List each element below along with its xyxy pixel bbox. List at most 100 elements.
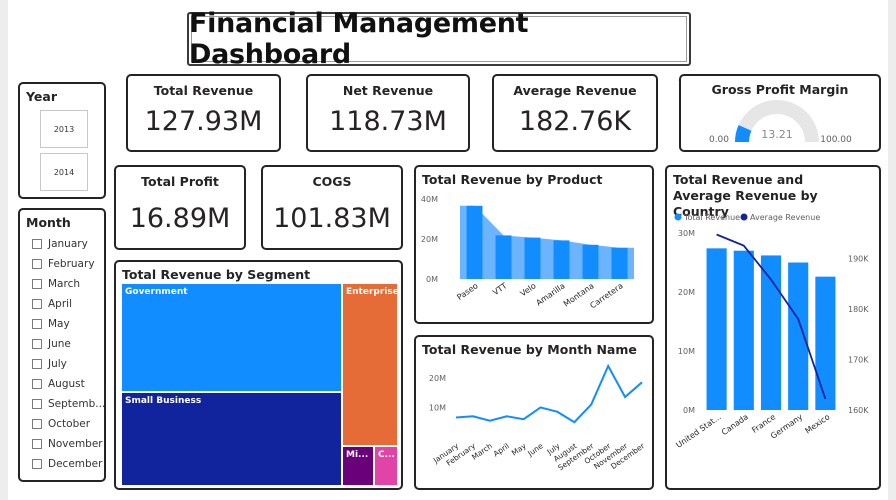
month-option[interactable]: December <box>32 456 102 472</box>
treemap-cell-small-business[interactable]: Small Business <box>122 393 341 485</box>
y-tick-label-left: 30M <box>678 229 695 238</box>
x-tick-label: April <box>492 441 511 458</box>
kpi-label: Total Profit <box>141 174 219 189</box>
checkbox[interactable] <box>32 299 42 309</box>
month-option[interactable]: November <box>32 436 103 452</box>
y-tick-label-right: 170K <box>848 355 869 364</box>
kpi-label: COGS <box>312 174 352 189</box>
x-tick-label: June <box>525 441 545 459</box>
month-option-label: February <box>48 258 95 270</box>
gauge-value-label: 13.21 <box>761 128 793 141</box>
checkbox[interactable] <box>32 359 42 369</box>
month-chart-svg: 10M20MJanuaryFebruaryMarchApril MayJune Ju… <box>429 363 647 472</box>
product-area <box>460 205 634 279</box>
gauge-svg: 0.00 100.00 13.21 <box>709 100 852 145</box>
month-option-label: May <box>48 318 70 330</box>
country-chart-svg: Total Revenue Average Revenue 0M 10M 20M 30M 1… <box>674 213 869 450</box>
product-bar <box>495 235 512 279</box>
legend-marker <box>674 213 682 221</box>
kpi-label: Average Revenue <box>513 83 637 98</box>
checkbox[interactable] <box>32 319 42 329</box>
month-option[interactable]: April <box>32 296 72 312</box>
month-option[interactable]: August <box>32 376 85 392</box>
year-option-2014[interactable]: 2014 <box>40 153 88 191</box>
treemap-cell-midmarket[interactable]: Mi... <box>343 447 373 485</box>
country-bar <box>733 250 754 410</box>
segment-treemap-title: Total Revenue by Segment <box>122 267 311 282</box>
page-title-box: Financial Management Dashboard <box>187 8 691 70</box>
gauge-card: Gross Profit Margin 0.00 100.00 13.21 <box>679 74 881 152</box>
checkbox[interactable] <box>32 239 42 249</box>
month-option[interactable]: June <box>32 336 71 352</box>
month-slicer: Month January February March April May June Ju… <box>18 208 106 482</box>
x-tick-label: VTT <box>491 281 509 297</box>
segment-treemap-card: Total Revenue by Segment Government Smal… <box>114 260 403 490</box>
year-slicer: Year 2013 2014 <box>18 82 106 199</box>
month-option-label: October <box>48 418 91 430</box>
kpi-value: 101.83M <box>273 203 391 234</box>
kpi-value: 118.73M <box>329 106 447 137</box>
month-option[interactable]: February <box>32 256 95 272</box>
month-option[interactable]: January <box>32 236 88 252</box>
checkbox[interactable] <box>32 339 42 349</box>
month-chart-card: Total Revenue by Month Name 10M 20M Januar… <box>414 335 654 490</box>
checkbox[interactable] <box>32 419 42 429</box>
month-line <box>455 363 643 424</box>
x-tick-label: Canada <box>720 412 750 437</box>
x-tick-label: Carretera <box>588 281 624 310</box>
kpi-value: 16.89M <box>129 203 231 234</box>
kpi-total-revenue: Total Revenue 127.93M <box>126 74 281 152</box>
country-bar <box>815 276 836 410</box>
month-option-label: January <box>48 238 88 250</box>
kpi-label: Total Revenue <box>153 83 254 98</box>
treemap-cell-channel-partners[interactable]: C... <box>375 447 397 485</box>
checkbox[interactable] <box>32 399 42 409</box>
product-bar <box>553 240 570 279</box>
gauge-max-label: 100.00 <box>820 135 852 145</box>
checkbox[interactable] <box>32 259 42 269</box>
month-option[interactable]: July <box>32 356 67 372</box>
gauge-min-label: 0.00 <box>709 135 729 145</box>
checkbox[interactable] <box>32 439 42 449</box>
y-tick-label: 20M <box>429 374 446 383</box>
kpi-total-profit: Total Profit 16.89M <box>114 165 246 250</box>
treemap-cell-enterprise[interactable]: Enterprise <box>343 284 397 445</box>
legend-label: Total Revenue <box>683 213 740 222</box>
y-tick-label: 40M <box>421 195 438 204</box>
country-bar <box>706 248 727 410</box>
month-option[interactable]: March <box>32 276 80 292</box>
legend-label: Average Revenue <box>750 213 820 222</box>
product-bar <box>582 244 599 279</box>
x-tick-label: Paseo <box>455 281 479 302</box>
y-tick-label-left: 10M <box>678 347 695 356</box>
x-tick-label: United Stat... <box>674 412 722 450</box>
month-option[interactable]: October <box>32 416 90 432</box>
y-tick-label-left: 0M <box>683 406 695 415</box>
product-bar <box>611 247 628 279</box>
x-tick-label: Amarilla <box>534 281 566 307</box>
treemap-cell-government[interactable]: Government <box>122 284 341 391</box>
y-tick-label: 10M <box>429 403 446 412</box>
country-bar <box>788 262 809 410</box>
year-slicer-title: Year <box>26 89 57 104</box>
month-option-label: November <box>48 438 103 450</box>
month-option-label: April <box>48 298 72 310</box>
year-option-2013[interactable]: 2013 <box>40 110 88 148</box>
y-tick-label-right: 190K <box>848 254 869 263</box>
y-tick-label-right: 160K <box>848 406 869 415</box>
kpi-label: Net Revenue <box>342 83 434 98</box>
kpi-value: 182.76K <box>518 106 632 137</box>
product-bar <box>466 205 483 279</box>
month-option[interactable]: May <box>32 316 70 332</box>
page-title: Financial Management Dashboard <box>189 8 529 70</box>
checkbox[interactable] <box>32 379 42 389</box>
kpi-value: 127.93M <box>144 106 263 137</box>
y-tick-label: 0M <box>426 275 438 284</box>
x-tick-label: Velo <box>519 281 538 298</box>
checkbox[interactable] <box>32 279 42 289</box>
checkbox[interactable] <box>32 459 42 469</box>
x-tick-label: May <box>510 441 528 458</box>
month-option-label: Septemb... <box>48 398 106 410</box>
y-tick-label: 20M <box>421 235 438 244</box>
month-option[interactable]: Septemb... <box>32 396 105 412</box>
